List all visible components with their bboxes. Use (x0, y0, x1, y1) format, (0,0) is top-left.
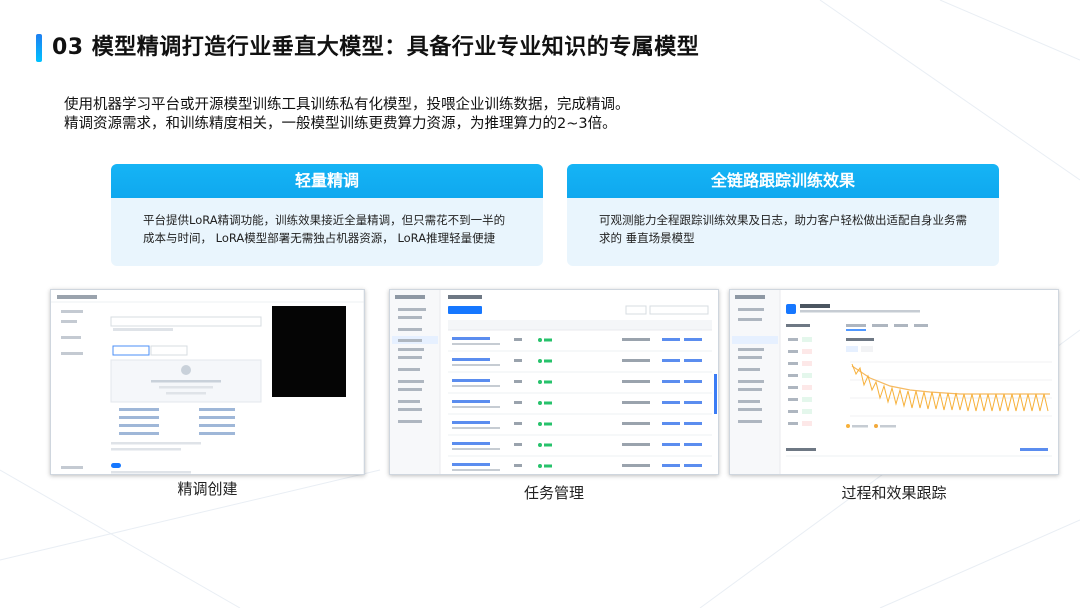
feature-card-line: 成本与时间， LoRA模型部署无需独占机器资源， LoRA推理轻量便捷 (143, 231, 496, 245)
feature-card-title: 轻量精调 (111, 164, 543, 198)
screenshot-caption: 过程和效果跟踪 (841, 484, 947, 502)
chart-screenshot (729, 289, 1059, 475)
intro-line-2: 精调资源需求，和训练精度相关，一般模型训练更费算力资源，为推理算力的2~3倍。 (64, 116, 617, 132)
feature-card-tracking: 全链路跟踪训练效果 可观测能力全程跟踪训练效果及日志，助力客户轻松做出适配自身业… (567, 164, 999, 266)
form-screenshot (50, 289, 365, 475)
slide-title: 03 模型精调打造行业垂直大模型：具备行业专业知识的专属模型 (52, 35, 700, 60)
intro-text: 使用机器学习平台或开源模型训练工具训练私有化模型，投喂企业训练数据，完成精调。 … (64, 96, 630, 134)
feature-card-body: 平台提供LoRA精调功能，训练效果接近全量精调，但只需花不到一半的 成本与时间，… (111, 198, 543, 247)
feature-card-body: 可观测能力全程跟踪训练效果及日志，助力客户轻松做出适配自身业务需 求的 垂直场景… (567, 198, 999, 247)
feature-card-line: 平台提供LoRA精调功能，训练效果接近全量精调，但只需花不到一半的 (143, 213, 506, 227)
screenshot-caption: 任务管理 (523, 484, 584, 502)
title-accent-bar (36, 34, 42, 62)
feature-card-line: 可观测能力全程跟踪训练效果及日志，助力客户轻松做出适配自身业务需 (599, 213, 967, 227)
intro-line-1: 使用机器学习平台或开源模型训练工具训练私有化模型，投喂企业训练数据，完成精调。 (64, 97, 630, 113)
feature-card-line: 求的 垂直场景模型 (599, 231, 695, 245)
feature-card-lora: 轻量精调 平台提供LoRA精调功能，训练效果接近全量精调，但只需花不到一半的 成… (111, 164, 543, 266)
screenshot-caption: 精调创建 (177, 480, 238, 498)
feature-card-title: 全链路跟踪训练效果 (567, 164, 999, 198)
table-screenshot (389, 289, 719, 475)
